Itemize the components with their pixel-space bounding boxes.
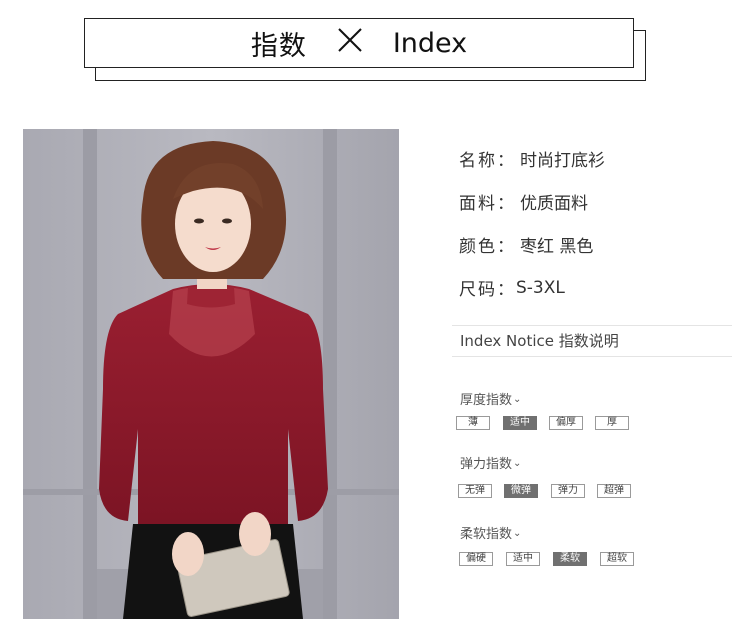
softness-index-title: 柔软指数 ⌄ <box>460 523 521 542</box>
elasticity-option-super: 超弹 <box>597 484 631 498</box>
product-photo <box>23 129 399 619</box>
elasticity-option-slight: 微弹 <box>504 484 538 498</box>
softness-option-super: 超软 <box>600 552 634 566</box>
elasticity-index-label: 弹力指数 <box>460 457 513 472</box>
info-color-value: 枣红 黑色 <box>520 237 594 257</box>
info-name-value: 时尚打底衫 <box>520 151 605 171</box>
header-frame: 指数 Index <box>84 18 634 68</box>
info-size-row: 尺码： S-3XL <box>459 275 565 301</box>
softness-option-stiff: 偏硬 <box>459 552 493 566</box>
thickness-index-label: 厚度指数 <box>460 393 513 408</box>
info-fabric-row: 面料： 优质面料 <box>459 189 588 214</box>
chevron-down-icon: ⌄ <box>513 528 522 539</box>
thickness-option-thin: 薄 <box>456 416 490 430</box>
info-color-row: 颜色： 枣红 黑色 <box>459 232 593 257</box>
elasticity-option-stretch: 弹力 <box>551 484 585 498</box>
thickness-index-title: 厚度指数 ⌄ <box>460 389 521 408</box>
elasticity-option-none: 无弹 <box>458 484 492 498</box>
header-title-en: Index <box>392 27 468 59</box>
notice-divider-bottom <box>452 356 732 357</box>
header-cross-icon <box>337 26 363 61</box>
info-size-value: S-3XL <box>516 277 565 298</box>
info-size-label: 尺码： <box>459 280 516 300</box>
chevron-down-icon: ⌄ <box>513 394 522 405</box>
chevron-down-icon: ⌄ <box>513 458 522 469</box>
info-name-label: 名称： <box>459 151 516 171</box>
info-fabric-value: 优质面料 <box>520 194 588 214</box>
thickness-option-thick: 厚 <box>595 416 629 430</box>
notice-divider-top <box>452 325 732 326</box>
elasticity-index-title: 弹力指数 ⌄ <box>460 453 521 472</box>
info-color-label: 颜色： <box>459 237 516 257</box>
index-notice-heading: Index Notice 指数说明 <box>460 332 619 350</box>
info-name-row: 名称： 时尚打底衫 <box>459 146 605 171</box>
header-title-cn: 指数 <box>250 30 307 62</box>
softness-option-medium: 适中 <box>506 552 540 566</box>
thickness-option-medium: 适中 <box>503 416 537 430</box>
thickness-option-thickish: 偏厚 <box>549 416 583 430</box>
softness-option-soft: 柔软 <box>553 552 587 566</box>
info-fabric-label: 面料： <box>459 194 516 214</box>
softness-index-label: 柔软指数 <box>460 527 513 542</box>
